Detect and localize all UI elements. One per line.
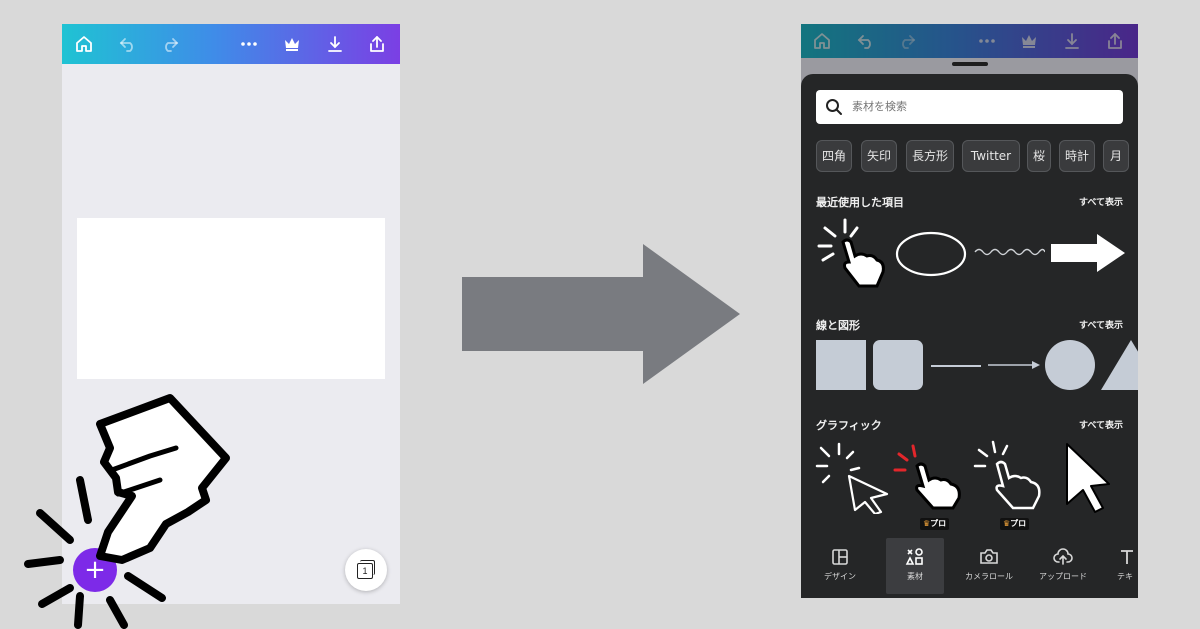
nav-design[interactable]: デザイン: [811, 538, 869, 594]
search-icon: [826, 99, 842, 115]
panel-drag-handle[interactable]: [952, 62, 988, 66]
page-counter-button[interactable]: 1: [345, 549, 387, 591]
share-icon[interactable]: [365, 32, 389, 56]
see-all-recent-link[interactable]: すべて表示: [1079, 195, 1123, 208]
chip-chouhoukei[interactable]: 長方形: [906, 140, 954, 172]
upload-icon: [1053, 548, 1073, 565]
hand-drawn-circle-graphic[interactable]: [894, 230, 968, 278]
cursor-arrow-graphic[interactable]: [1063, 442, 1113, 514]
nav-camera-roll-label: カメラロール: [965, 572, 1013, 581]
chip-tsuki[interactable]: 月: [1103, 140, 1129, 172]
pro-badge-label: プロ: [930, 519, 947, 528]
redo-icon[interactable]: [895, 29, 919, 53]
chip-shikaku[interactable]: 四角: [816, 140, 852, 172]
section-title-lines-shapes: 線と図形: [816, 319, 860, 332]
chip-tokei[interactable]: 時計: [1059, 140, 1095, 172]
white-click-hand-graphic[interactable]: [973, 440, 1049, 512]
search-input[interactable]: [852, 90, 1102, 124]
pro-badge: ♛プロ: [1000, 518, 1030, 530]
pages-icon: 1: [357, 560, 375, 579]
nav-text[interactable]: テキ: [1107, 538, 1138, 594]
chip-yajirushi[interactable]: 矢印: [861, 140, 897, 172]
home-icon[interactable]: [810, 29, 834, 53]
square-shape[interactable]: [816, 340, 866, 390]
tap-hand-graphic[interactable]: [815, 216, 891, 292]
nav-design-label: デザイン: [824, 572, 856, 581]
pro-badge-label: プロ: [1010, 519, 1027, 528]
nav-upload-label: アップロード: [1039, 572, 1087, 581]
section-title-recent: 最近使用した項目: [816, 196, 904, 209]
chip-twitter[interactable]: Twitter: [962, 140, 1020, 172]
arrow-shape-graphic[interactable]: [1051, 234, 1125, 272]
more-icon[interactable]: [237, 32, 261, 56]
line-shape[interactable]: [931, 365, 981, 367]
nav-camera-roll[interactable]: カメラロール: [959, 538, 1019, 594]
nav-upload[interactable]: アップロード: [1031, 538, 1095, 594]
section-title-graphics: グラフィック: [816, 419, 882, 432]
share-icon[interactable]: [1103, 29, 1127, 53]
download-icon[interactable]: [323, 32, 347, 56]
undo-icon[interactable]: [854, 29, 878, 53]
wavy-line-graphic[interactable]: [973, 242, 1045, 262]
elements-icon: [905, 548, 923, 565]
nav-text-label: テキ: [1117, 572, 1133, 581]
download-icon[interactable]: [1060, 29, 1084, 53]
redo-icon[interactable]: [158, 32, 182, 56]
circle-shape[interactable]: [1045, 340, 1095, 390]
editor-toolbar: [62, 24, 400, 64]
crown-icon[interactable]: [1017, 29, 1041, 53]
see-all-graphics-link[interactable]: すべて表示: [1079, 418, 1123, 431]
layout-icon: [832, 549, 848, 565]
editor-toolbar-dimmed: [801, 24, 1138, 58]
page-count: 1: [357, 563, 373, 579]
camera-icon: [980, 549, 998, 564]
editor-screen-right: 四角 矢印 長方形 Twitter 桜 時計 月 最近使用した項目 すべて表示 …: [801, 24, 1138, 598]
elements-panel: 四角 矢印 長方形 Twitter 桜 時計 月 最近使用した項目 すべて表示 …: [801, 62, 1138, 598]
home-icon[interactable]: [72, 32, 96, 56]
right-arrow-graphic: [462, 244, 740, 384]
design-page[interactable]: [77, 218, 385, 379]
see-all-shapes-link[interactable]: すべて表示: [1079, 318, 1123, 331]
tap-pointer-hand-icon: [24, 394, 230, 629]
search-box[interactable]: [816, 90, 1123, 124]
chip-sakura[interactable]: 桜: [1027, 140, 1051, 172]
more-icon[interactable]: [975, 29, 999, 53]
arrow-line-shape[interactable]: [988, 358, 1040, 372]
red-click-hand-graphic[interactable]: [893, 444, 969, 510]
rounded-square-shape[interactable]: [873, 340, 923, 390]
undo-icon[interactable]: [116, 32, 140, 56]
nav-elements[interactable]: 素材: [886, 538, 944, 594]
click-cursor-graphic[interactable]: [815, 442, 891, 514]
nav-elements-label: 素材: [907, 572, 923, 581]
crown-icon[interactable]: [280, 32, 304, 56]
pro-badge: ♛プロ: [920, 518, 950, 530]
text-icon: [1121, 550, 1133, 564]
triangle-shape[interactable]: [1101, 340, 1138, 390]
